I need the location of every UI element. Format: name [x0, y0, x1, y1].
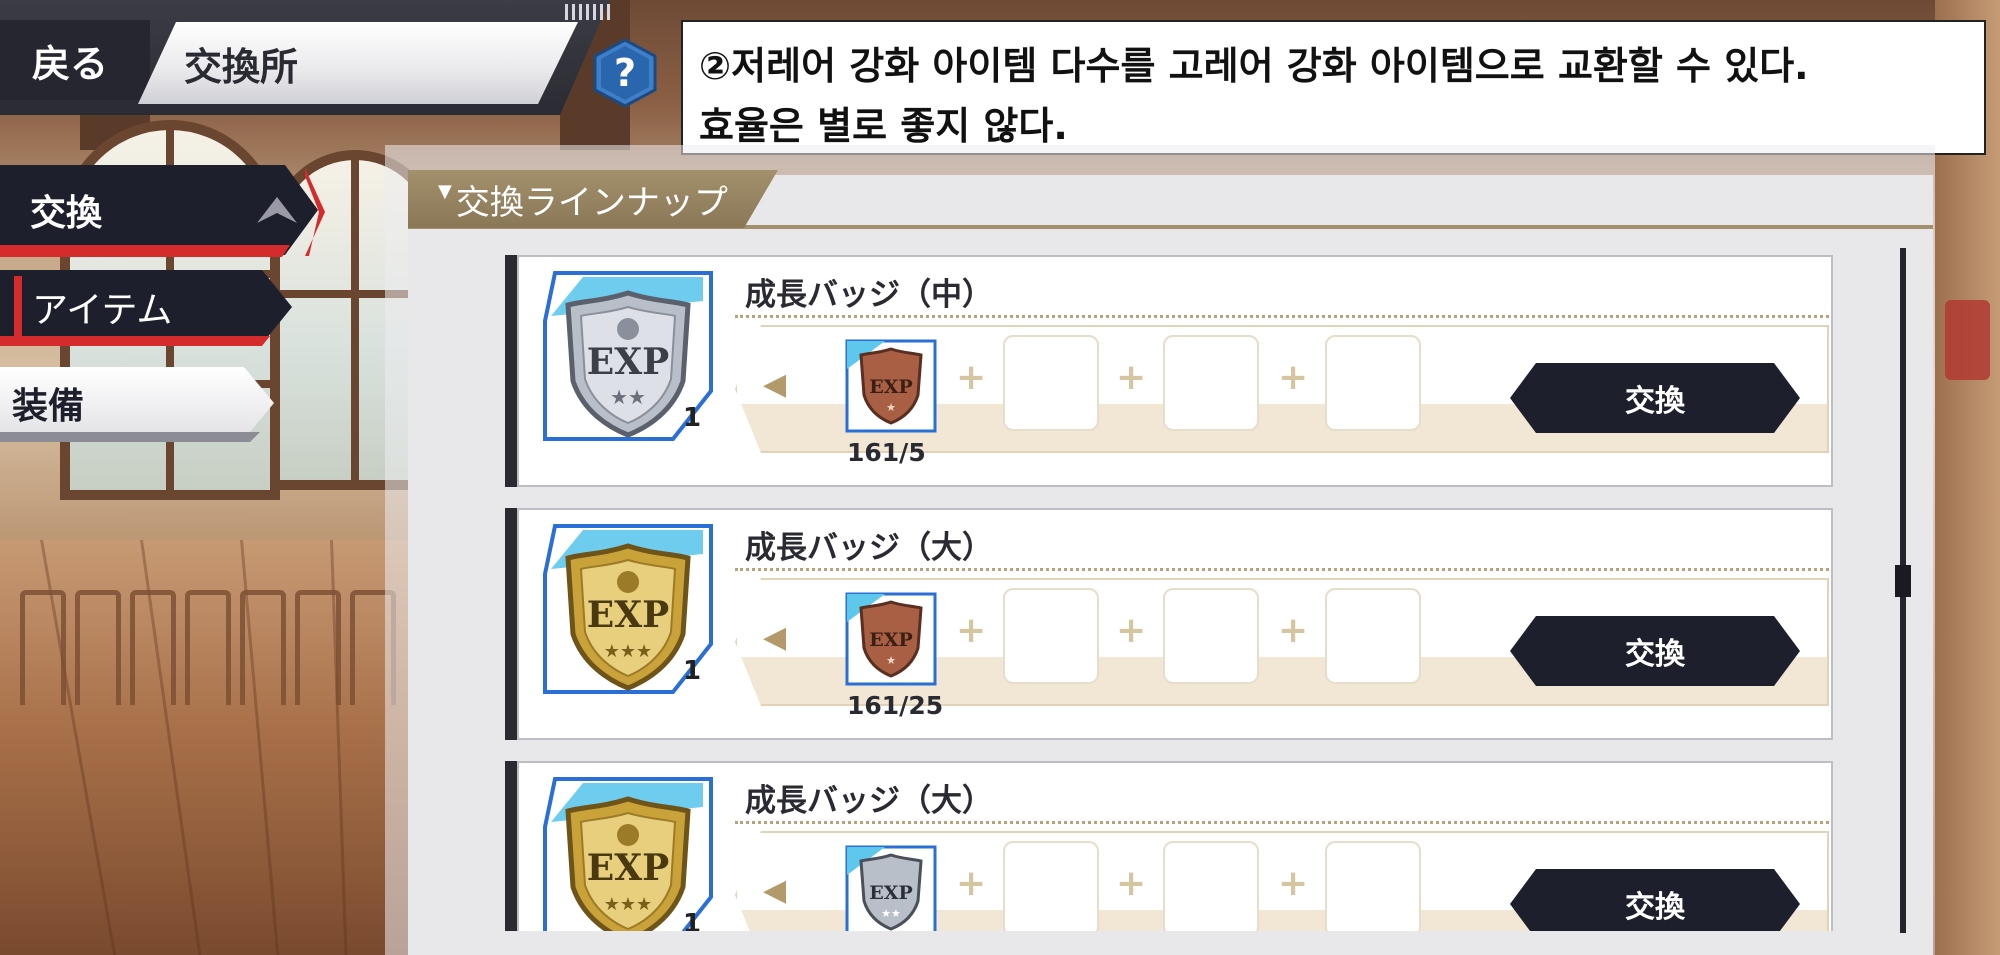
svg-text:EXP: EXP [587, 594, 669, 636]
material-slot-empty[interactable] [1163, 841, 1259, 931]
exchange-button-label: 交換 [1625, 890, 1685, 925]
menu-exchange-underline [0, 245, 290, 257]
svg-text:★: ★ [886, 401, 896, 414]
svg-text:★★: ★★ [610, 385, 646, 409]
svg-text:?: ? [614, 51, 636, 95]
menu-equipment[interactable]: 装備 [0, 367, 274, 439]
exchange-card: EXP ★★ 1 成長バッジ（中） ◀ EXP ★ + + + 161/5 交換 [505, 255, 1833, 487]
svg-text:★★★: ★★★ [604, 641, 652, 662]
card-accent [505, 761, 517, 931]
material-count: 161/5 [847, 438, 926, 467]
page-title: 交換所 [138, 22, 578, 104]
exp-badge-gold-icon: EXP ★★★ [543, 777, 713, 931]
chevron-up-icon [257, 197, 297, 223]
card-item-name: 成長バッジ（大） [745, 783, 993, 819]
exchange-button-label: 交換 [1625, 637, 1685, 672]
plus-icon: + [956, 357, 987, 398]
svg-text:★★★: ★★★ [604, 894, 652, 915]
menu-equipment-shadow [0, 432, 260, 442]
header-decoration [565, 4, 610, 20]
scrollbar-thumb[interactable] [1895, 565, 1911, 597]
reward-quantity: 1 [683, 909, 702, 931]
plus-icon: + [1278, 357, 1309, 398]
svg-text:★: ★ [886, 654, 896, 667]
exchange-button[interactable]: 交換 [1510, 616, 1800, 686]
card-item-name: 成長バッジ（中） [745, 277, 993, 313]
callout-line-1: ②저레어 강화 아이템 다수를 고레어 강화 아이템으로 교환할 수 있다. [699, 44, 1809, 88]
material-slot-empty[interactable] [1325, 841, 1421, 931]
exchange-card: EXP ★★★ 1 成長バッジ（大） ◀ EXP ★ + + + 161/25 … [505, 508, 1833, 740]
background-red-lamp [1945, 300, 1990, 380]
menu-items-underline [0, 336, 270, 346]
help-icon: ? [593, 38, 657, 108]
exchange-button[interactable]: 交換 [1510, 869, 1800, 931]
material-slot-empty[interactable] [1003, 335, 1099, 431]
svg-text:EXP: EXP [869, 882, 913, 904]
material-slot-empty[interactable] [1003, 588, 1099, 684]
menu-exchange-red-edge [305, 168, 325, 256]
menu-equipment-label: 装備 [12, 386, 85, 427]
material-slot-empty[interactable] [1163, 335, 1259, 431]
reward-quantity: 1 [683, 403, 702, 433]
svg-text:EXP: EXP [869, 629, 913, 651]
arrow-left-icon[interactable]: ◀ [763, 367, 786, 402]
exchange-button-label: 交換 [1625, 384, 1685, 419]
lineup-tab-label: 交換ラインナップ [455, 182, 728, 223]
arrow-left-icon[interactable]: ◀ [763, 620, 786, 655]
annotation-callout: ②저레어 강화 아이템 다수를 고레어 강화 아이템으로 교환할 수 있다. 효… [681, 20, 1986, 155]
card-divider [735, 315, 1829, 318]
plus-icon: + [956, 863, 987, 904]
back-button-label: 戻る [32, 41, 109, 86]
material-slot-empty[interactable] [1325, 588, 1421, 684]
plus-icon: + [1116, 357, 1147, 398]
menu-exchange[interactable]: 交換 [0, 165, 318, 255]
back-button[interactable]: 戻る [0, 20, 150, 100]
exp-badge-bronze-icon[interactable]: EXP ★ [845, 339, 937, 433]
card-divider [735, 568, 1829, 571]
exchange-card-clip: EXP ★★★ 1 成長バッジ（大） ◀ EXP ★★ + + + 交換 [505, 761, 1833, 931]
material-count: 161/25 [847, 691, 944, 720]
menu-items-selected-marker [14, 276, 22, 338]
reward-quantity: 1 [683, 656, 702, 686]
card-divider [735, 821, 1829, 824]
menu-items[interactable]: アイテム [0, 270, 292, 344]
svg-text:EXP: EXP [869, 376, 913, 398]
exp-badge-bronze-icon[interactable]: EXP ★ [845, 592, 937, 686]
card-accent [505, 255, 517, 487]
help-button[interactable]: ? [592, 38, 658, 108]
menu-items-label: アイテム [32, 290, 173, 331]
material-slot-empty[interactable] [1325, 335, 1421, 431]
plus-icon: + [1278, 610, 1309, 651]
card-accent [505, 508, 517, 740]
svg-text:EXP: EXP [587, 341, 669, 383]
plus-icon: + [1116, 863, 1147, 904]
svg-text:★★: ★★ [881, 907, 901, 920]
plus-icon: + [956, 610, 987, 651]
menu-exchange-label: 交換 [30, 193, 103, 234]
exp-badge-silver-icon[interactable]: EXP ★★ [845, 845, 937, 931]
lineup-tab[interactable]: ▼ 交換ラインナップ [408, 170, 778, 228]
svg-text:EXP: EXP [587, 847, 669, 889]
material-slot-empty[interactable] [1003, 841, 1099, 931]
material-slot-empty[interactable] [1163, 588, 1259, 684]
triangle-down-icon: ▼ [438, 180, 452, 202]
arrow-left-icon[interactable]: ◀ [763, 873, 786, 908]
exchange-card: EXP ★★★ 1 成長バッジ（大） ◀ EXP ★★ + + + 交換 [505, 761, 1833, 931]
plus-icon: + [1278, 863, 1309, 904]
exchange-button[interactable]: 交換 [1510, 363, 1800, 433]
page-title-text: 交換所 [184, 44, 299, 89]
card-item-name: 成長バッジ（大） [745, 530, 993, 566]
plus-icon: + [1116, 610, 1147, 651]
